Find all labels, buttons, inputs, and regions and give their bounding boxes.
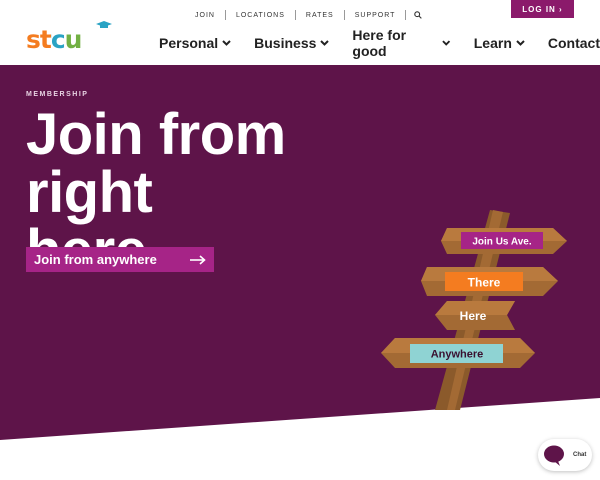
join-from-anywhere-button[interactable]: Join from anywhere [26,247,214,272]
hero-eyebrow: MEMBERSHIP [26,91,89,98]
sign-anywhere: Anywhere [431,349,484,361]
arrow-right-icon [190,254,206,265]
chat-button[interactable]: Chat [538,439,592,471]
headline-line: Join from right [26,102,286,225]
sign-join-us-ave: Join Us Ave. [472,237,531,248]
cta-label: Join from anywhere [34,252,157,267]
sign-there: There [468,276,501,290]
sign-here: Here [460,309,487,323]
chat-bubble-icon [544,445,564,466]
signpost-illustration: Join Us Ave. There Here Anywhere [381,210,567,410]
chat-label: Chat [573,452,587,458]
